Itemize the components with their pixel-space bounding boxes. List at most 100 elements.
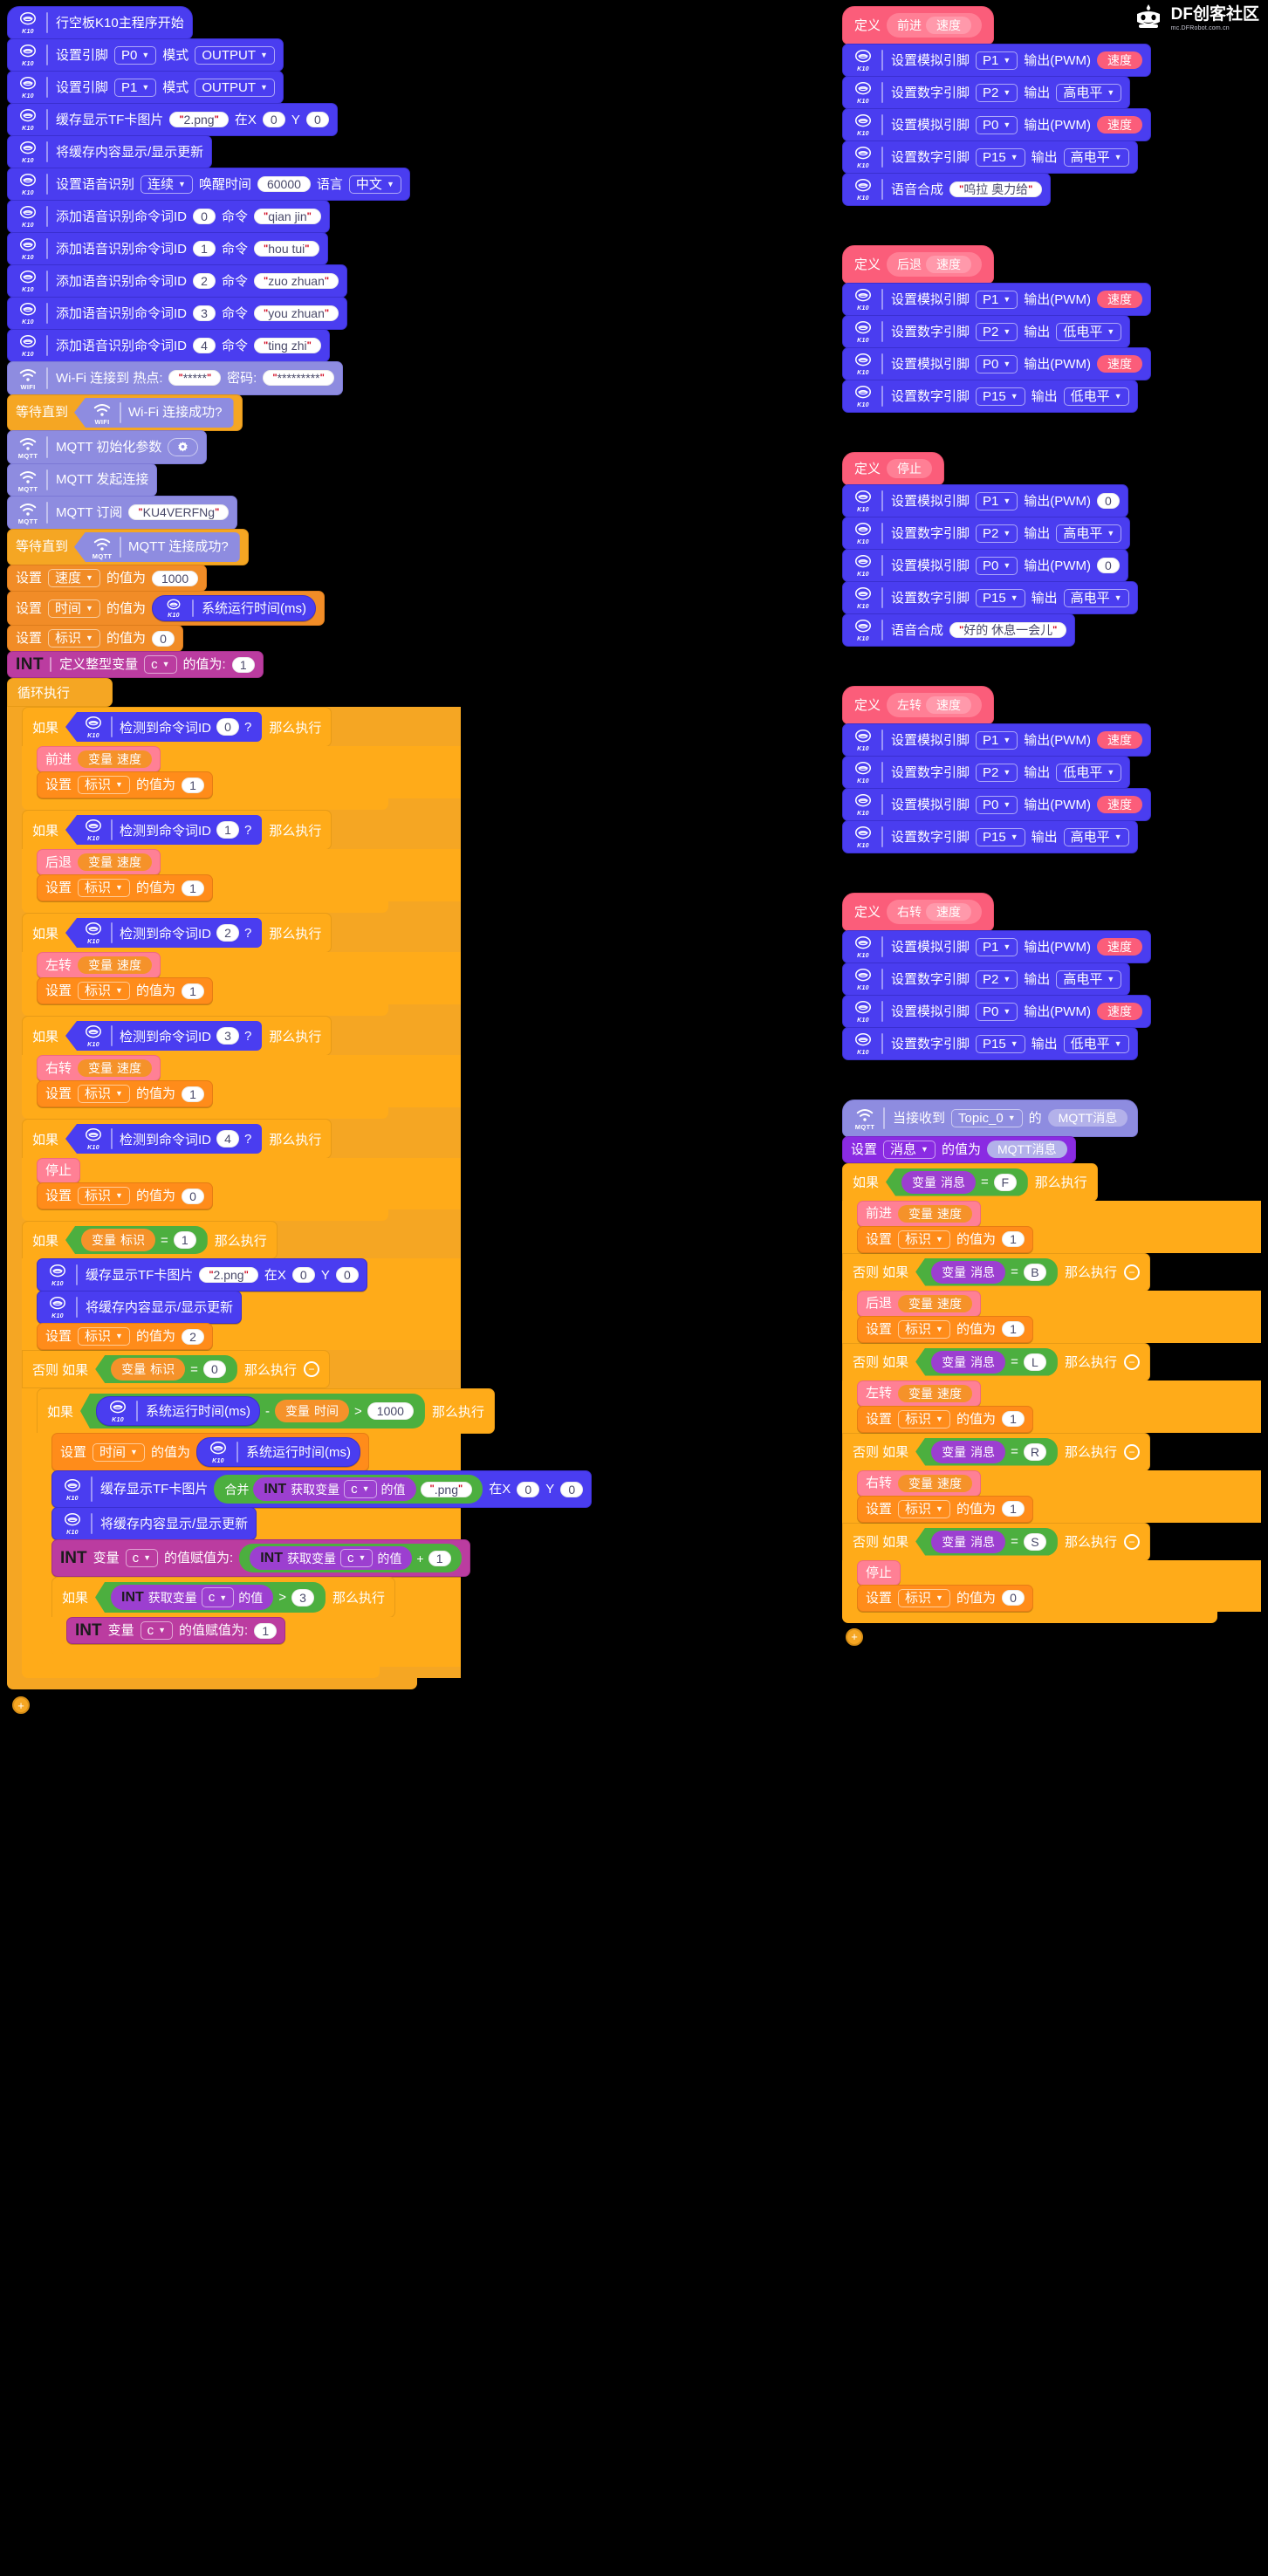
pin-dropdown[interactable]: P15 [976,147,1025,167]
mqtt-init-row[interactable]: MQTT MQTT 初始化参数 [7,430,461,464]
equals-operator[interactable]: 变量 标识 = 0 [95,1355,237,1383]
main-program-script[interactable]: K10 行空板K10主程序开始 K10 设置引脚 P0 模式 OUTPUT K1… [7,6,593,1714]
mqtt-connect-row[interactable]: MQTT MQTT 发起连接 [7,462,461,497]
int-define-row[interactable]: INT 定义整型变量 c 的值为: 1 [7,651,461,678]
level-dropdown[interactable]: 高电平 [1056,524,1122,543]
voice-command-detected-condition[interactable]: K10 检测到命令词ID 1? [65,815,263,845]
x-input[interactable]: 0 [262,112,285,127]
int-variable-dropdown[interactable]: c [201,1587,235,1607]
variable-value-input[interactable]: 1 [1001,1321,1025,1337]
variable-reporter[interactable]: 变量 消息 [931,1440,1006,1463]
level-dropdown[interactable]: 高电平 [1056,83,1122,102]
variable-value-input[interactable]: 1000 [151,570,199,586]
variable-value-input[interactable]: 1 [181,880,204,896]
definitions-column[interactable]: 定义前进速度K10设置模拟引脚P1输出(PWM)速度K10设置数字引脚P2输出高… [842,6,1261,1646]
voice-command-detected-condition[interactable]: K10 检测到命令词ID 4? [65,1124,263,1154]
variable-value-input[interactable]: 0 [1001,1590,1025,1606]
if-block[interactable]: 如果K10检测到命令词ID0?那么执行前进变量速度设置标识的值为1 [22,707,461,810]
variable-dropdown[interactable]: 速度 [48,569,100,587]
speed-variable-reporter[interactable]: 变量 速度 [898,1384,973,1402]
voice-setup-row[interactable]: K10 设置语音识别 连续 唤醒时间 60000 语言 中文 [7,168,461,201]
compare-value-input[interactable]: B [1023,1263,1046,1281]
tf-image-row[interactable]: K10 缓存显示TF卡图片 " 2.png " 在X 0 Y 0 [7,103,461,136]
procedure-parameter[interactable]: 速度 [926,256,972,273]
x-input[interactable]: 0 [517,1481,540,1497]
pin-dropdown[interactable]: P1 [976,937,1018,956]
variable-reporter[interactable]: 变量 标识 [111,1358,186,1380]
int-variable-dropdown[interactable]: c [344,1480,377,1498]
procedure-prototype[interactable]: 后退 速度 [887,252,983,277]
language-dropdown[interactable]: 中文 [348,175,401,194]
procedure-parameter[interactable]: 速度 [926,696,972,714]
pin-dropdown[interactable]: P0 [976,354,1018,373]
mqtt-topic-input[interactable]: " KU4VERFNg " [128,504,230,521]
if-block[interactable]: 如果K10检测到命令词ID1?那么执行后退变量速度设置标识的值为1 [22,810,461,913]
procedure-prototype[interactable]: 左转 速度 [887,693,983,717]
y-input[interactable]: 0 [335,1267,359,1283]
voice-cmd-id-input[interactable]: 0 [193,209,216,224]
pin-dropdown[interactable]: P15 [976,1034,1025,1053]
pin-dropdown[interactable]: P1 [976,491,1018,510]
speech-text-input[interactable]: " 呜拉 奥力给 " [949,182,1043,197]
speed-variable-reporter[interactable]: 变量 速度 [78,1059,153,1077]
compare-value-input[interactable]: 0 [202,1360,226,1378]
equals-operator[interactable]: 变量 消息 = R [915,1437,1058,1466]
variable-dropdown[interactable]: 标识 [898,1230,950,1249]
compare-value-input[interactable]: 3 [291,1588,314,1607]
parameter-reporter[interactable]: 速度 [1096,1003,1142,1020]
int-variable-dropdown[interactable]: c [340,1549,374,1567]
set-variable-row[interactable]: 设置 速度 的值为 1000 [7,565,461,592]
variable-value-input[interactable]: 1 [181,777,204,793]
if-block[interactable]: 如果 K10 检测到命令词ID 4? 那么执行停止设置标识 的值为 0 [22,1119,461,1221]
set-variable-row[interactable]: 设置 时间 的值为 K10 系统运行时间(ms) [7,591,461,626]
condition-id-input[interactable]: 2 [216,924,240,942]
int-get-variable-reporter[interactable]: INT获取变量c的值 [111,1585,274,1610]
speed-variable-reporter[interactable]: 变量 速度 [898,1204,973,1223]
voice-cmd-word-input[interactable]: " hou tui " [254,241,319,257]
voice-cmd-id-input[interactable]: 1 [193,241,216,257]
pin-dropdown[interactable]: P2 [976,524,1018,543]
pin-dropdown[interactable]: P0 [976,115,1018,134]
display-refresh-row[interactable]: K10 将缓存内容显示/显示更新 [7,135,461,168]
int-get-variable-reporter[interactable]: INT获取变量c的值 [250,1546,413,1570]
greater-than-operator[interactable]: INT获取变量 c 的值 >3 [95,1582,326,1613]
forever-loop-block[interactable]: 循环执行 如果K10检测到命令词ID0?那么执行前进变量速度设置标识的值为1如果… [7,678,593,1689]
speed-variable-reporter[interactable]: 变量 速度 [78,853,153,871]
variable-value-input[interactable]: 0 [151,630,175,647]
variable-dropdown[interactable]: 时间 [48,599,100,618]
variable-reporter[interactable]: 变量 标识 [81,1229,156,1251]
add-block-plus-icon[interactable] [12,1696,30,1714]
variable-dropdown[interactable]: 标识 [78,982,130,1000]
speed-variable-reporter[interactable]: 变量 速度 [898,1294,973,1312]
pwm-value-input[interactable]: 0 [1096,493,1120,509]
uptime-reporter[interactable]: K10 系统运行时间(ms) [151,595,316,621]
tf-filename-input[interactable]: " 2.png " [169,112,229,127]
compare-value-input[interactable]: 1 [173,1231,196,1249]
wait-until-mqtt-row[interactable]: 等待直到 MQTT MQTT 连接成功? [7,528,461,565]
addition-operator[interactable]: INT 获取变量 c 的值 +1 [239,1544,462,1572]
voice-command-row[interactable]: K10 添加语音识别命令词ID 2 命令 " zuo zhuan " [7,264,461,298]
level-dropdown[interactable]: 高电平 [1063,827,1129,846]
pin-dropdown[interactable]: P0 [114,45,157,65]
speed-variable-reporter[interactable]: 变量 速度 [78,750,153,768]
voice-cmd-word-input[interactable]: " you zhuan " [254,305,339,321]
voice-command-row[interactable]: K10 添加语音识别命令词ID 1 命令 " hou tui " [7,232,461,265]
if-block[interactable]: 如果K10检测到命令词ID2?那么执行左转变量速度设置标识的值为1 [22,913,461,1016]
voice-cmd-word-input[interactable]: " ting zhi " [254,338,321,353]
equals-operator[interactable]: 变量 消息 = B [915,1257,1058,1286]
int-variable-dropdown[interactable]: c [144,655,177,674]
pin-dropdown[interactable]: P1 [114,78,157,97]
variable-value-input[interactable]: 1 [1001,1411,1025,1427]
variable-dropdown[interactable]: 消息 [883,1140,936,1159]
mqtt-message-reporter[interactable]: MQTT消息 [986,1141,1067,1158]
condition-id-input[interactable]: 3 [216,1027,240,1045]
wake-time-input[interactable]: 60000 [257,176,311,192]
wifi-ssid-input[interactable]: " ***** " [168,370,222,387]
variable-dropdown[interactable]: 标识 [78,776,130,794]
procedure-definition[interactable]: 定义后退速度K10设置模拟引脚P1输出(PWM)速度K10设置数字引脚P2输出低… [842,245,1261,413]
condition-id-input[interactable]: 1 [216,821,240,839]
equals-operator[interactable]: 变量 消息 = L [915,1347,1058,1376]
wifi-connect-row[interactable]: WIFI Wi-Fi 连接到 热点: " ***** " 密码: " ********… [7,361,461,395]
compare-value-input[interactable]: F [993,1173,1017,1191]
mode-dropdown[interactable]: OUTPUT [195,45,275,65]
